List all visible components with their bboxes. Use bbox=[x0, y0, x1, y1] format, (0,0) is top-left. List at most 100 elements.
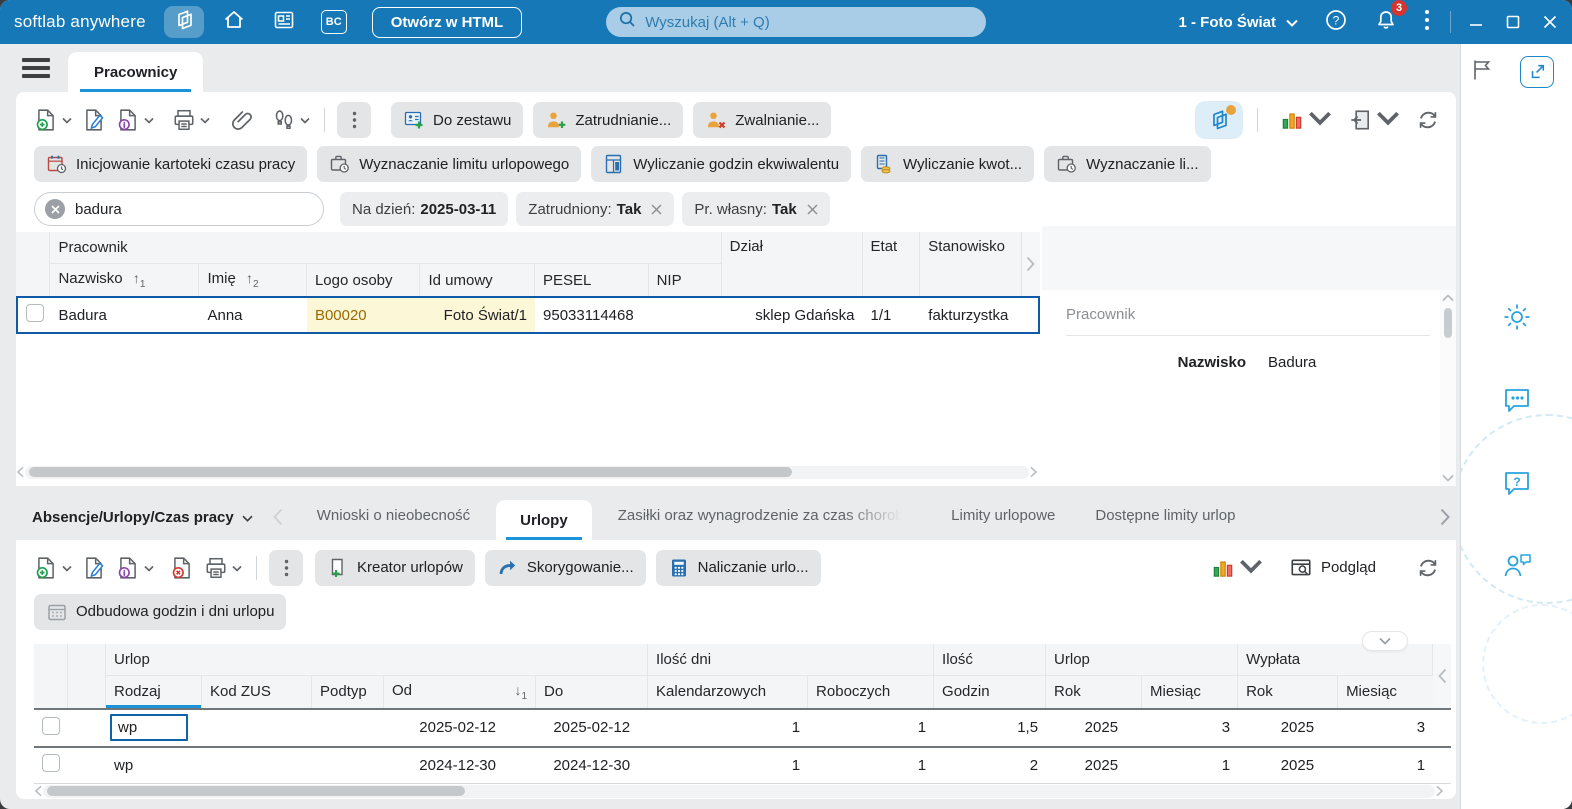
column-header-imie[interactable]: Imię ↑2 bbox=[199, 264, 307, 296]
tab-urlopy[interactable]: Urlopy bbox=[496, 499, 592, 540]
row-checkbox[interactable] bbox=[42, 716, 60, 735]
column-header-podtyp[interactable]: Podtyp bbox=[312, 675, 384, 708]
tab-dostepne-limity[interactable]: Dostępne limity urlop bbox=[1095, 507, 1235, 540]
company-selector[interactable]: 1 - Foto Świat bbox=[1179, 14, 1299, 31]
panels-toggle-button[interactable] bbox=[1195, 101, 1243, 139]
maximize-button[interactable] bbox=[1498, 7, 1528, 37]
dock-panel-button[interactable] bbox=[1469, 57, 1495, 88]
group-header-pracownik[interactable]: Pracownik bbox=[50, 232, 722, 264]
kreator-urlopow-button[interactable]: Kreator urlopów bbox=[315, 549, 475, 586]
delete-vacation-button[interactable] bbox=[170, 556, 194, 580]
cell-urlop-rok[interactable]: 2025 bbox=[1046, 745, 1143, 784]
collapse-panel-button[interactable] bbox=[1362, 630, 1408, 651]
more-actions-button[interactable] bbox=[337, 102, 371, 138]
cell-dzial[interactable]: sklep Gdańska bbox=[721, 296, 863, 334]
cell-wyplata-miesiac[interactable]: 1 bbox=[1338, 745, 1434, 784]
attachments-button[interactable] bbox=[230, 108, 254, 132]
cell-do[interactable]: 2025-02-12 bbox=[536, 707, 649, 746]
print-button[interactable] bbox=[172, 108, 210, 132]
cell-roboczych[interactable]: 1 bbox=[808, 745, 935, 784]
help-chat-button[interactable]: ? bbox=[1500, 466, 1534, 505]
open-in-html-button[interactable]: Otwórz w HTML bbox=[371, 6, 523, 38]
employee-row[interactable]: Badura Anna B00020 Foto Świat/1 95033114… bbox=[16, 296, 1040, 334]
close-button[interactable] bbox=[1535, 7, 1565, 37]
zwalnianie-button[interactable]: Zwalnianie... bbox=[693, 102, 832, 138]
column-header-stanowisko[interactable]: Stanowisko bbox=[920, 232, 1022, 296]
column-header-wyplata-miesiac[interactable]: Miesiąc bbox=[1338, 675, 1434, 708]
tab-pracownicy[interactable]: Pracownicy bbox=[68, 52, 204, 92]
cell-godzin[interactable]: 1,5 bbox=[934, 707, 1047, 746]
chart-view-button[interactable] bbox=[1280, 106, 1332, 134]
cell-wyplata-rok[interactable]: 2025 bbox=[1238, 745, 1339, 784]
remove-filter-icon[interactable] bbox=[651, 204, 662, 215]
cell-urlop-miesiac[interactable]: 3 bbox=[1142, 707, 1239, 746]
workspaces-button[interactable] bbox=[163, 6, 204, 38]
cell-kalendarzowych[interactable]: 1 bbox=[648, 707, 809, 746]
cell-nazwisko[interactable]: Badura bbox=[50, 296, 200, 334]
tabs-scroll-left-icon[interactable] bbox=[272, 508, 283, 526]
cell-logo-osoby[interactable]: B00020 bbox=[306, 296, 421, 334]
chevron-down-icon[interactable] bbox=[144, 111, 154, 129]
cell-kalendarzowych[interactable]: 1 bbox=[648, 745, 809, 784]
feedback-button[interactable] bbox=[1500, 549, 1534, 588]
bc-button[interactable]: BC bbox=[314, 6, 354, 38]
column-header-kod-zus[interactable]: Kod ZUS bbox=[202, 675, 312, 708]
cell-etat[interactable]: 1/1 bbox=[862, 296, 921, 334]
column-header-godzin[interactable]: Godzin bbox=[934, 675, 1047, 708]
menu-button[interactable] bbox=[22, 54, 50, 82]
group-header-ilosc[interactable]: Ilość bbox=[934, 643, 1047, 676]
group-header-ilosc-dni[interactable]: Ilość dni bbox=[648, 643, 935, 676]
more-vacation-actions-button[interactable] bbox=[269, 549, 303, 586]
tab-limity[interactable]: Limity urlopowe bbox=[951, 507, 1055, 540]
column-header-urlop-miesiac[interactable]: Miesiąc bbox=[1142, 675, 1239, 708]
cell-do[interactable]: 2024-12-30 bbox=[536, 745, 649, 784]
group-header-urlop[interactable]: Urlop bbox=[106, 643, 649, 676]
column-header-wyplata-rok[interactable]: Rok bbox=[1238, 675, 1339, 708]
chevron-down-icon[interactable] bbox=[1308, 106, 1332, 134]
cell-podtyp[interactable] bbox=[312, 707, 384, 746]
home-button[interactable] bbox=[214, 6, 254, 38]
print-vacations-button[interactable] bbox=[204, 556, 242, 580]
wyliczanie-godzin-button[interactable]: Wyliczanie godzin ekwiwalentu bbox=[591, 146, 852, 182]
inicjowanie-button[interactable]: Inicjowanie kartoteki czasu pracy bbox=[34, 146, 308, 182]
vacations-chart-button[interactable] bbox=[1211, 554, 1263, 582]
column-header-kalendarzowych[interactable]: Kalendarzowych bbox=[648, 675, 809, 708]
vacation-info-button[interactable] bbox=[116, 556, 154, 580]
chevron-down-icon[interactable] bbox=[144, 559, 154, 577]
new-record-button[interactable] bbox=[34, 108, 72, 132]
chevron-down-icon[interactable] bbox=[232, 559, 242, 577]
new-vacation-button[interactable] bbox=[34, 556, 72, 580]
cell-wyplata-miesiac[interactable]: 3 bbox=[1338, 707, 1434, 746]
column-header-pesel[interactable]: PESEL bbox=[535, 264, 649, 296]
cell-rodzaj[interactable]: wp bbox=[106, 745, 202, 784]
skorygowanie-button[interactable]: Skorygowanie... bbox=[484, 549, 646, 586]
chevron-down-icon[interactable] bbox=[62, 559, 72, 577]
cell-rodzaj-focused[interactable]: wp bbox=[110, 714, 188, 741]
column-header-etat[interactable]: Etat bbox=[862, 232, 921, 296]
naliczanie-button[interactable]: Naliczanie urlo... bbox=[655, 549, 821, 586]
wyliczanie-kwot-button[interactable]: Wyliczanie kwot... bbox=[861, 146, 1035, 182]
zatrudnianie-button[interactable]: Zatrudnianie... bbox=[533, 102, 684, 138]
cell-kod-zus[interactable] bbox=[202, 707, 312, 746]
refresh-vacations-button[interactable] bbox=[1416, 556, 1440, 580]
edit-vacation-button[interactable] bbox=[82, 556, 106, 580]
chevron-down-icon[interactable] bbox=[300, 111, 310, 129]
chevron-down-icon[interactable] bbox=[62, 111, 72, 129]
tab-wnioski[interactable]: Wnioski o nieobecność bbox=[317, 507, 470, 540]
chat-button[interactable] bbox=[1500, 383, 1534, 422]
section-selector[interactable]: Absencje/Urlopy/Czas pracy bbox=[32, 509, 253, 526]
filter-chip-na-dzien[interactable]: Na dzień: 2025-03-11 bbox=[340, 192, 509, 226]
minimize-button[interactable] bbox=[1461, 7, 1491, 37]
cell-pesel[interactable]: 95033114468 bbox=[535, 296, 649, 334]
chevron-down-icon[interactable] bbox=[1239, 554, 1263, 582]
history-trail-button[interactable] bbox=[272, 108, 310, 132]
employees-h-scrollbar[interactable] bbox=[16, 465, 1038, 480]
filter-chip-pr-wlasny[interactable]: Pr. własny: Tak bbox=[682, 192, 830, 226]
cell-godzin[interactable]: 2 bbox=[934, 745, 1047, 784]
help-button[interactable]: ? bbox=[1324, 8, 1348, 37]
column-header-nip[interactable]: NIP bbox=[648, 264, 722, 296]
cell-id-umowy[interactable]: Foto Świat/1 bbox=[420, 296, 536, 334]
exit-view-button[interactable] bbox=[1348, 106, 1400, 134]
assistant-button[interactable] bbox=[1500, 300, 1534, 339]
column-header-rodzaj[interactable]: Rodzaj bbox=[106, 675, 202, 708]
